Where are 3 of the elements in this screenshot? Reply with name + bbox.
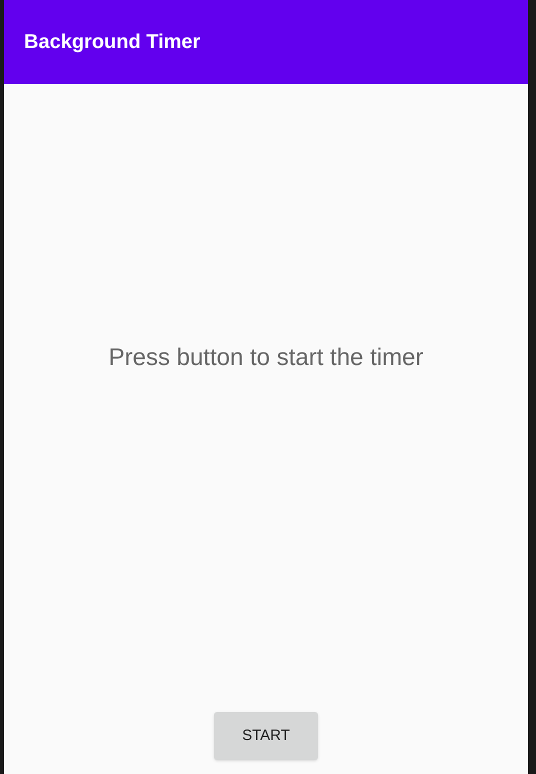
status-message: Press button to start the timer xyxy=(108,343,424,373)
app-title: Background Timer xyxy=(24,30,200,55)
start-button[interactable]: START xyxy=(214,712,318,760)
